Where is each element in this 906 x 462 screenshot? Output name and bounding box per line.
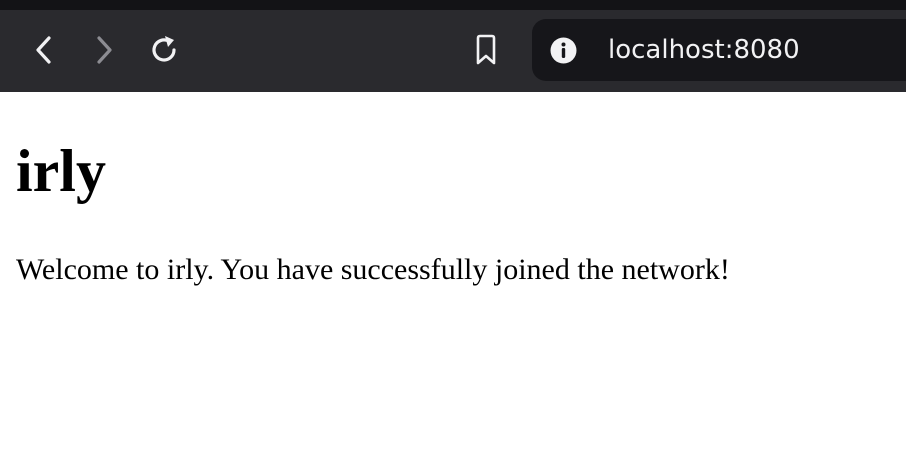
browser-toolbar: localhost:8080 <box>0 0 906 92</box>
url-text[interactable]: localhost:8080 <box>608 32 800 68</box>
forward-button[interactable] <box>82 28 126 72</box>
chevron-right-icon <box>97 36 112 64</box>
page-title: irly <box>16 138 106 204</box>
chevron-left-icon <box>36 36 51 64</box>
reload-button[interactable] <box>142 28 186 72</box>
reload-icon <box>152 36 176 62</box>
back-button[interactable] <box>22 28 66 72</box>
welcome-message: Welcome to irly. You have successfully j… <box>16 253 730 286</box>
bookmark-button[interactable] <box>464 28 508 72</box>
url-bar[interactable]: localhost:8080 <box>532 19 906 81</box>
info-icon[interactable] <box>550 37 577 64</box>
bookmark-icon <box>476 34 496 65</box>
page-content: irly Welcome to irly. You have successfu… <box>0 92 906 462</box>
tab-strip <box>0 0 906 10</box>
